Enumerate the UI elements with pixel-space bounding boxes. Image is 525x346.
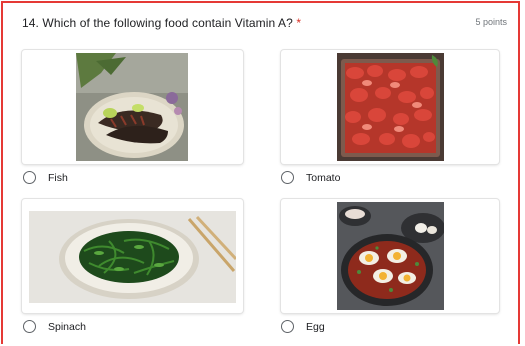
option-label-fish: Fish [48,171,68,184]
option-card-spinach[interactable] [22,199,243,313]
option-label-egg: Egg [306,320,325,333]
option-label-spinach: Spinach [48,320,86,333]
points-label: 5 points [475,17,507,27]
required-star: * [296,16,302,30]
option-card-tomato[interactable] [281,50,499,164]
option-label-tomato: Tomato [306,171,341,184]
option-card-egg[interactable] [281,199,499,313]
option-fish[interactable]: Fish [23,171,68,184]
egg-shakshuka-photo [337,202,444,310]
option-egg[interactable]: Egg [281,320,325,333]
radio-spinach[interactable] [23,320,36,333]
question-title: 14. Which of the following food contain … [22,16,301,30]
radio-egg[interactable] [281,320,294,333]
question-text: 14. Which of the following food contain … [22,16,293,30]
option-tomato[interactable]: Tomato [281,171,340,184]
option-card-fish[interactable] [22,50,243,164]
option-spinach[interactable]: Spinach [23,320,86,333]
tomato-tray-photo [337,53,444,161]
radio-tomato[interactable] [281,171,294,184]
radio-fish[interactable] [23,171,36,184]
fish-dish-photo [76,53,188,161]
spinach-bowl-photo [29,211,236,303]
